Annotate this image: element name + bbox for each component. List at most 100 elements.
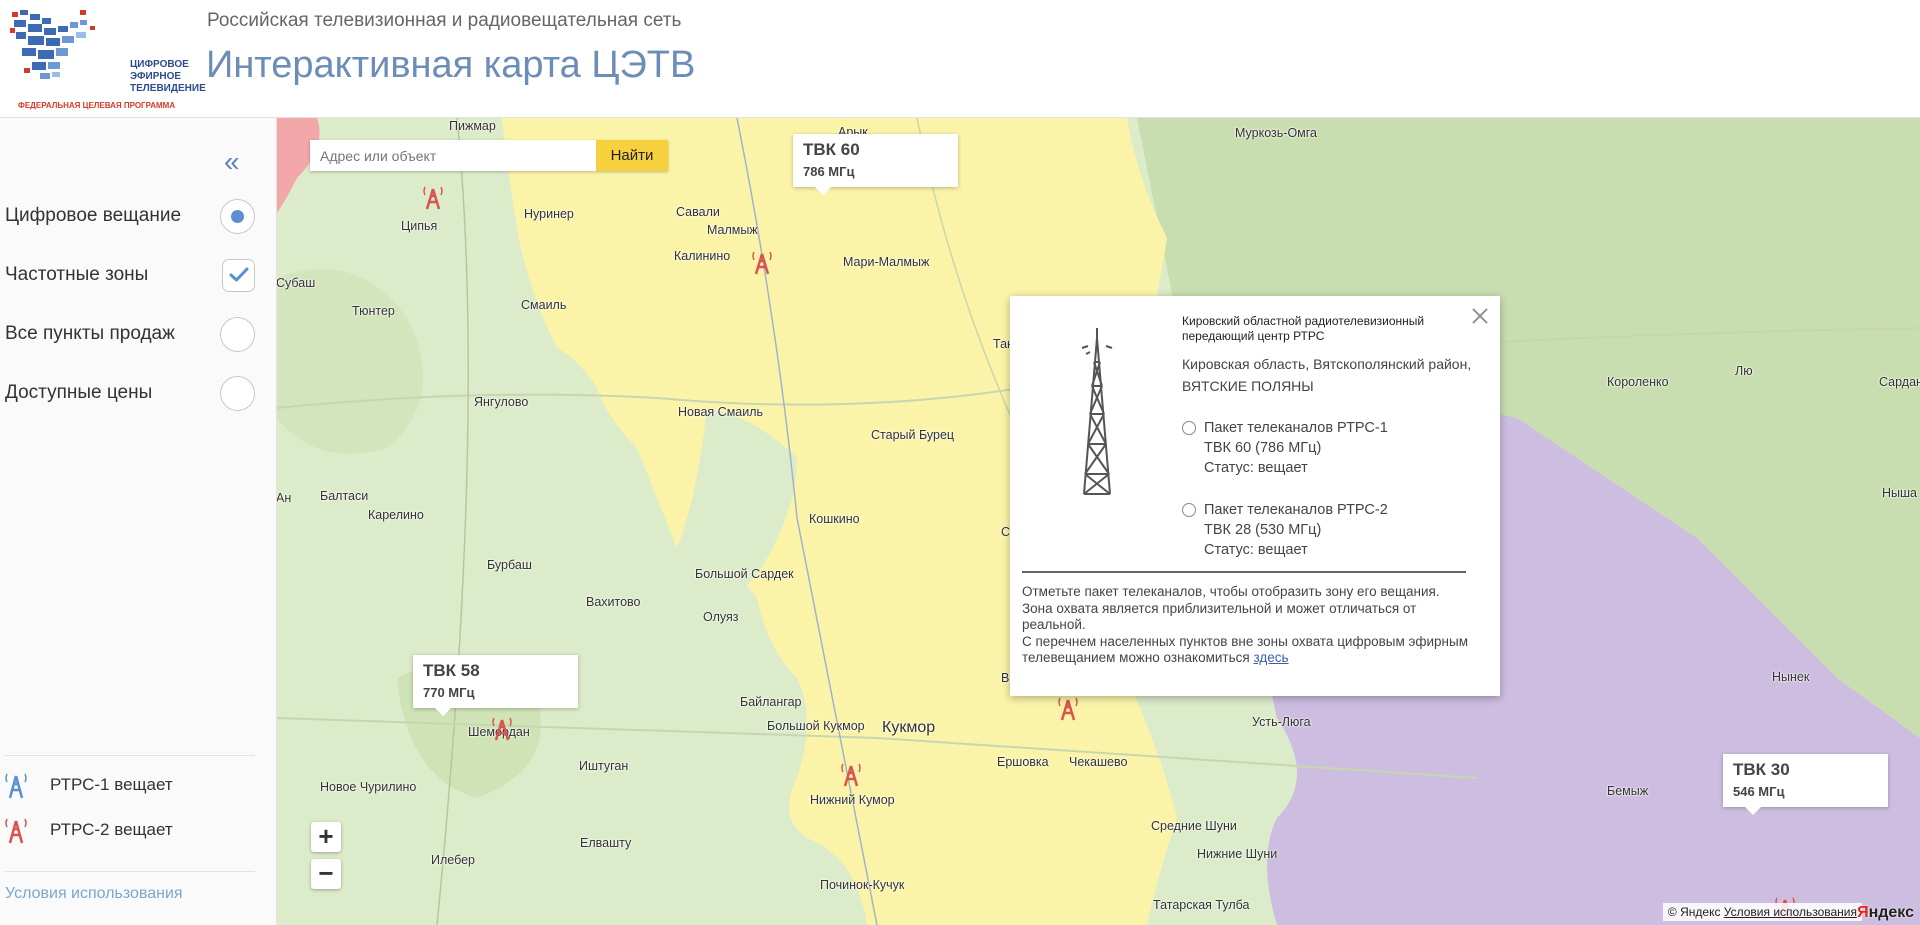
- map[interactable]: Пижмар Арык Муркозь-Омга Ципья Нуринер С…: [277, 118, 1920, 925]
- station-address: Кировская область, Вятскополянский район…: [1182, 356, 1472, 394]
- place-label: Старый Бурец: [871, 428, 955, 442]
- search-input[interactable]: [310, 140, 596, 171]
- radio-empty-icon[interactable]: [220, 316, 255, 352]
- collapse-sidebar-button[interactable]: «: [224, 146, 240, 178]
- place-label: Новое Чурилино: [320, 780, 417, 794]
- popup-note: Отметьте пакет телеканалов, чтобы отобра…: [1022, 584, 1482, 667]
- place-label: Иштуган: [579, 759, 629, 773]
- option-frequency-zones[interactable]: Частотные зоны: [5, 255, 255, 295]
- package-tvk: ТВК 60 (786 МГц): [1204, 440, 1322, 456]
- logo-footer: ФЕДЕРАЛЬНАЯ ЦЕЛЕВАЯ ПРОГРАММА: [18, 101, 176, 110]
- place-label: Бемыж: [1607, 784, 1649, 798]
- zoom-out-button[interactable]: −: [311, 859, 341, 889]
- note-line: Отметьте пакет телеканалов, чтобы отобра…: [1022, 584, 1440, 599]
- place-label: Илебер: [431, 853, 476, 867]
- place-label: Кукмор: [882, 719, 936, 736]
- place-label: Савали: [676, 205, 720, 219]
- place-label: Большой Кукмор: [767, 719, 865, 733]
- tvk-frequency: 546 МГц: [1733, 784, 1785, 799]
- divider: [1022, 571, 1466, 573]
- place-label: Байлангар: [740, 695, 802, 709]
- radio-selected-icon[interactable]: [220, 198, 255, 234]
- tvk-channel: ТВК 30: [1733, 760, 1790, 779]
- place-label: Елвашту: [580, 836, 632, 850]
- tower-red-icon[interactable]: [1057, 695, 1079, 721]
- header: ЦИФРОВОЕ ЭФИРНОЕ ТЕЛЕВИДЕНИЕ ФЕДЕРАЛЬНАЯ…: [0, 0, 1920, 118]
- station-popup: Кировский областной радиотелевизионный п…: [1010, 296, 1500, 696]
- cetv-logo[interactable]: ЦИФРОВОЕ ЭФИРНОЕ ТЕЛЕВИДЕНИЕ ФЕДЕРАЛЬНАЯ…: [10, 6, 206, 112]
- place-label: Ершовка: [997, 755, 1049, 769]
- tower-red-icon[interactable]: [840, 761, 862, 787]
- map-copyright: © Яндекс Условия использования: [1662, 903, 1862, 921]
- radio-empty-icon[interactable]: [1182, 503, 1196, 517]
- place-label: Короленко: [1607, 375, 1669, 389]
- tower-red-icon[interactable]: [491, 715, 513, 741]
- option-sales-points[interactable]: Все пункты продаж: [5, 314, 255, 354]
- place-label: Ныша: [1882, 486, 1917, 500]
- place-label: Починок-Кучук: [820, 878, 905, 892]
- yandex-logo[interactable]: Яндекс: [1857, 904, 1914, 922]
- place-label: Карелино: [368, 508, 424, 522]
- radio-empty-icon[interactable]: [1182, 421, 1196, 435]
- search-button[interactable]: Найти: [596, 140, 668, 171]
- option-label: Все пункты продаж: [5, 323, 175, 344]
- note-line: С перечнем населенных пунктов вне зоны о…: [1022, 633, 1468, 666]
- place-label: Тюнтер: [352, 304, 395, 318]
- tvk-frequency: 786 МГц: [803, 164, 855, 179]
- terms-link[interactable]: Условия использования: [5, 885, 183, 903]
- divider: [5, 755, 255, 756]
- tvk-label[interactable]: ТВК 58 770 МГц: [413, 655, 578, 716]
- place-label: Чекашево: [1069, 755, 1128, 769]
- page-title: Интерактивная карта ЦЭТВ: [206, 44, 696, 86]
- place-label: Усть-Люга: [1252, 715, 1311, 729]
- logo-text: ЦИФРОВОЕ ЭФИРНОЕ ТЕЛЕВИДЕНИЕ: [130, 59, 206, 94]
- radio-empty-icon[interactable]: [220, 375, 255, 411]
- place-label: Балтаси: [320, 489, 369, 503]
- package-rtrs2[interactable]: Пакет телеканалов РТРС-2 ТВК 28 (530 МГц…: [1182, 500, 1472, 560]
- package-status: Статус: вещает: [1204, 460, 1308, 476]
- tower-red-icon[interactable]: [422, 184, 444, 210]
- place-label: Ципья: [401, 219, 438, 233]
- legend-rtrs1: РТРС-1 вещает: [4, 770, 173, 800]
- tower-blue-icon: [5, 773, 27, 799]
- org-name: Российская телевизионная и радиовещатель…: [207, 10, 682, 31]
- place-label: С: [1001, 525, 1011, 539]
- place-label: В: [1001, 671, 1010, 685]
- place-label: Нынек: [1772, 670, 1810, 684]
- package-rtrs1[interactable]: Пакет телеканалов РТРС-1 ТВК 60 (786 МГц…: [1182, 418, 1472, 478]
- place-label: Лю: [1735, 364, 1753, 378]
- place-label: Калинино: [674, 249, 731, 263]
- tower-red-icon[interactable]: [751, 249, 773, 275]
- zoom-in-button[interactable]: +: [311, 822, 341, 852]
- place-label: Мари-Малмыж: [843, 255, 930, 269]
- tvk-label[interactable]: ТВК 60 786 МГц: [793, 134, 958, 195]
- tvk-label[interactable]: ТВК 30 546 МГц: [1723, 754, 1888, 815]
- note-line: Зона охвата является приблизительной и м…: [1022, 600, 1417, 633]
- place-label: Средние Шуни: [1151, 819, 1237, 833]
- place-label: Олуяз: [703, 610, 739, 624]
- tower-red-icon: [5, 818, 27, 844]
- package-tvk: ТВК 28 (530 МГц): [1204, 522, 1322, 538]
- place-label: Нижний Кумор: [810, 793, 895, 807]
- place-label: Бурбаш: [487, 558, 532, 572]
- option-digital-broadcast[interactable]: Цифровое вещание: [5, 196, 255, 236]
- place-label: Большой Сардек: [695, 567, 794, 581]
- outside-zone-link[interactable]: здесь: [1253, 650, 1288, 665]
- option-label: Частотные зоны: [5, 264, 149, 285]
- package-status: Статус: вещает: [1204, 542, 1308, 558]
- tvk-frequency: 770 МГц: [423, 685, 475, 700]
- place-label: Вахитово: [586, 595, 641, 609]
- place-label: Смаиль: [521, 298, 567, 312]
- place-label: Нижние Шуни: [1197, 847, 1278, 861]
- map-terms-link[interactable]: Условия использования: [1724, 905, 1857, 919]
- place-label: Нуринер: [524, 207, 574, 221]
- close-icon[interactable]: [1470, 306, 1490, 326]
- checkbox-checked-icon[interactable]: [222, 258, 255, 292]
- tvk-channel: ТВК 58: [423, 661, 480, 680]
- option-affordable-prices[interactable]: Доступные цены: [5, 373, 255, 413]
- package-name: Пакет телеканалов РТРС-2: [1204, 502, 1388, 518]
- option-label: Цифровое вещание: [5, 205, 182, 226]
- option-label: Доступные цены: [5, 382, 153, 403]
- place-label: Пижмар: [449, 119, 496, 133]
- legend-label: РТРС-2 вещает: [50, 820, 173, 839]
